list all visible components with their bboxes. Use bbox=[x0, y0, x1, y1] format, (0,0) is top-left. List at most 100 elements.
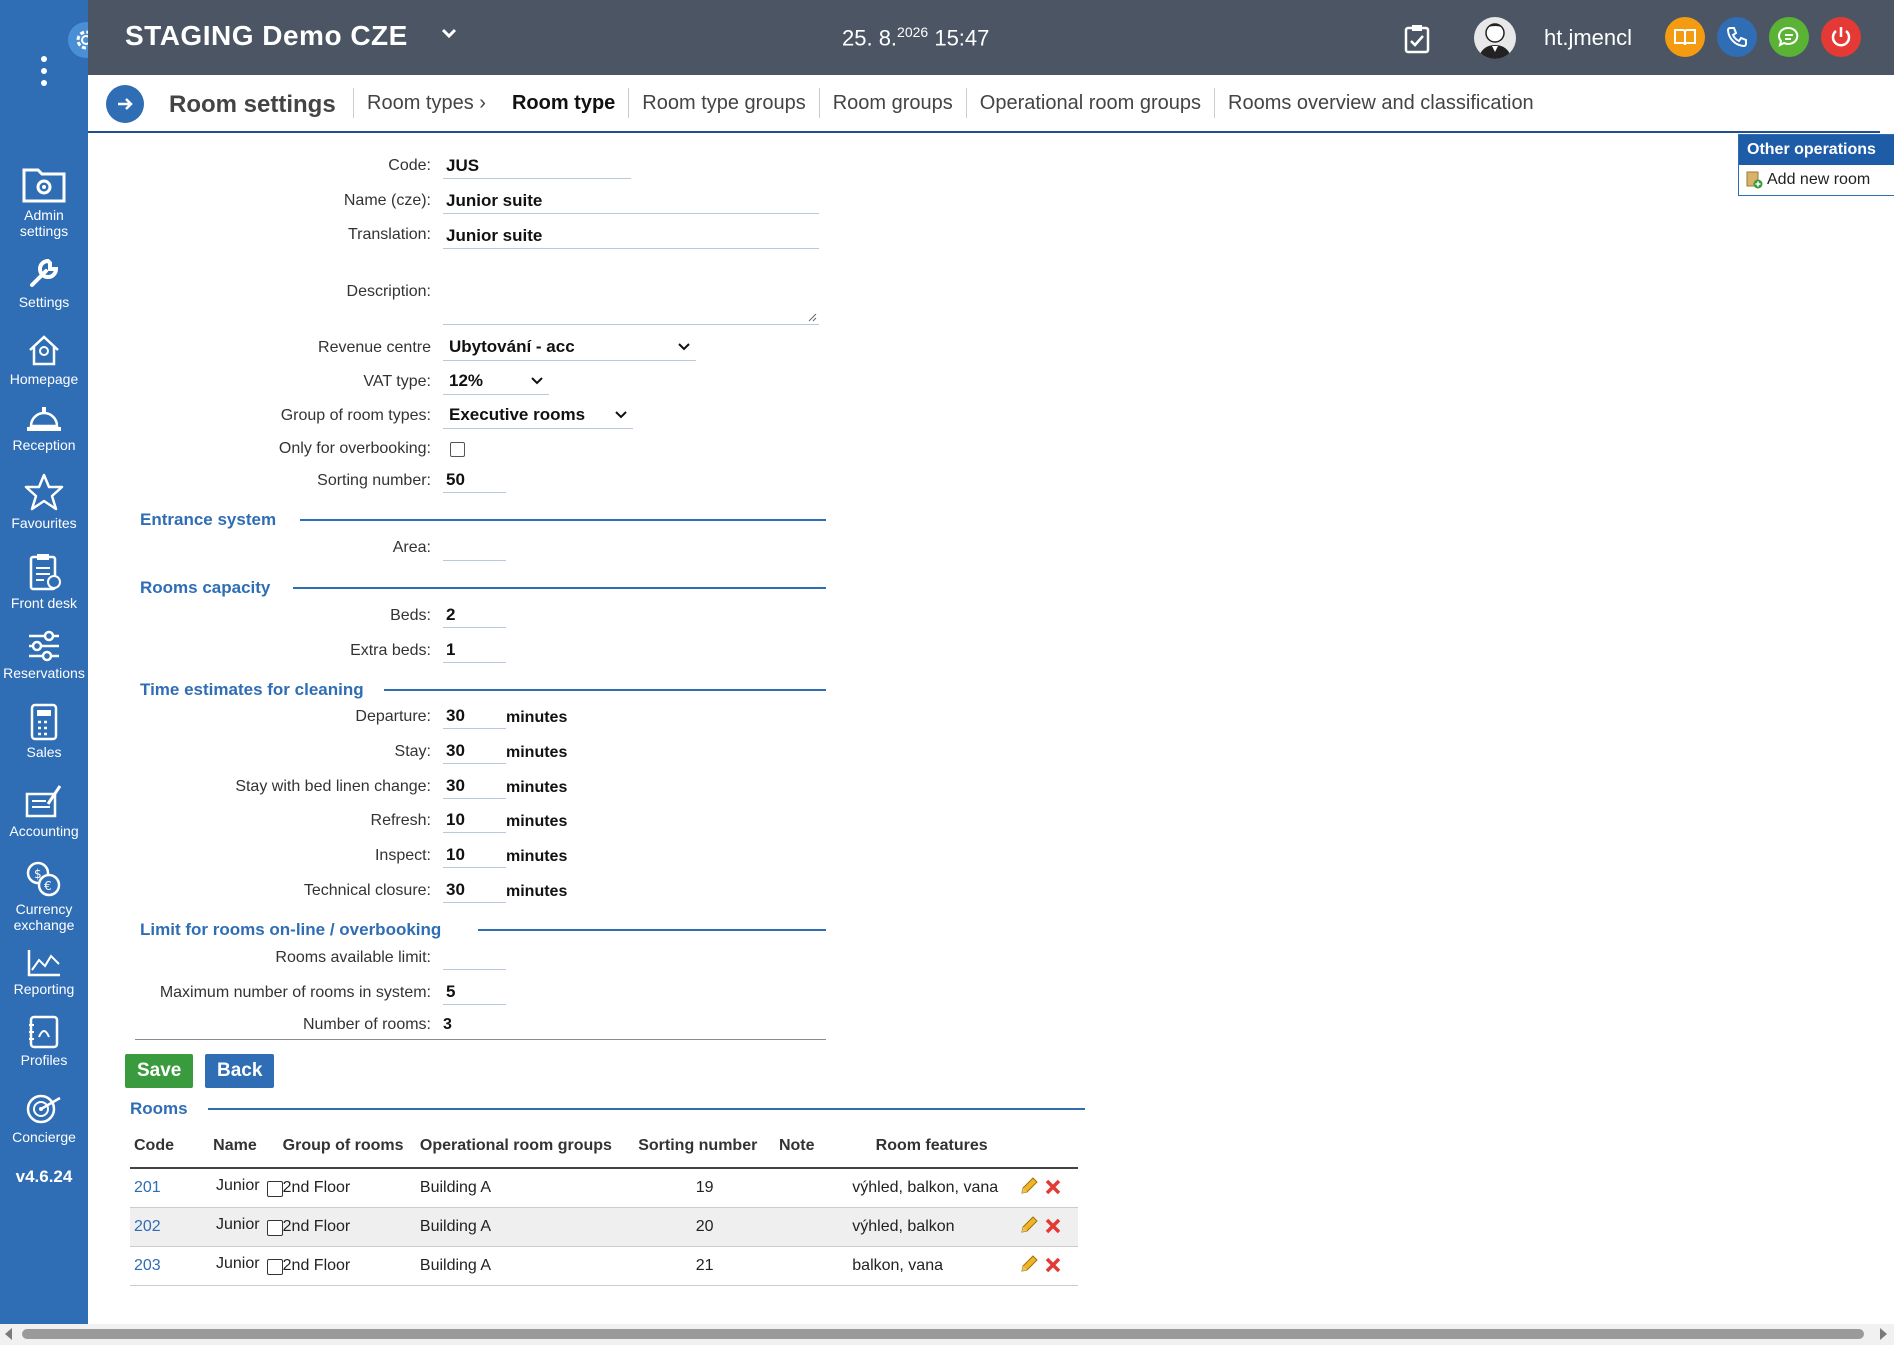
revenue-centre-select[interactable]: Ubytování - acc bbox=[443, 335, 696, 361]
sort-cell: 20 bbox=[634, 1207, 775, 1247]
op-group-cell: Building A bbox=[415, 1168, 635, 1208]
phone-icon[interactable] bbox=[1717, 17, 1757, 57]
room-code-link[interactable]: 201 bbox=[134, 1179, 161, 1196]
description-textarea[interactable] bbox=[443, 276, 819, 325]
name-field[interactable]: Junior suite bbox=[443, 190, 819, 214]
extra-beds-field[interactable]: 1 bbox=[443, 639, 506, 663]
scroll-left-icon[interactable] bbox=[5, 1328, 12, 1340]
max-rooms-field[interactable]: 5 bbox=[443, 981, 506, 1005]
sorting-number-field[interactable]: 50 bbox=[443, 469, 506, 493]
power-icon[interactable] bbox=[1821, 17, 1861, 57]
date: 25. 8. bbox=[842, 25, 898, 51]
scrollbar-thumb[interactable] bbox=[22, 1329, 1864, 1339]
edit-pencil-icon[interactable] bbox=[1019, 1176, 1039, 1200]
row-actions bbox=[1015, 1246, 1078, 1286]
tab-operational-room-groups[interactable]: Operational room groups bbox=[965, 88, 1214, 118]
departure-field[interactable]: 30 bbox=[443, 705, 506, 729]
svg-text:$: $ bbox=[34, 867, 42, 881]
row-checkbox[interactable] bbox=[267, 1259, 284, 1275]
column-header[interactable]: Group of rooms bbox=[278, 1125, 416, 1169]
chevron-down-icon bbox=[678, 343, 690, 351]
minutes-unit: minutes bbox=[506, 779, 568, 796]
room-code-link[interactable]: 202 bbox=[134, 1218, 161, 1235]
sidebar-item-concierge[interactable]: Concierge bbox=[0, 1092, 88, 1145]
only-for-overbooking-checkbox[interactable] bbox=[450, 442, 465, 457]
refresh-field[interactable]: 10 bbox=[443, 809, 506, 833]
features-cell: výhled, balkon, vana bbox=[848, 1168, 1016, 1208]
row-checkbox[interactable] bbox=[267, 1220, 284, 1236]
code-field[interactable]: JUS bbox=[443, 155, 631, 179]
back-button[interactable]: Back bbox=[205, 1054, 275, 1088]
inspect-field[interactable]: 10 bbox=[443, 844, 506, 868]
column-header[interactable]: Code bbox=[130, 1125, 210, 1169]
save-button[interactable]: Save bbox=[125, 1054, 194, 1088]
add-new-room-label: Add new room bbox=[1767, 171, 1871, 188]
column-header[interactable]: Name bbox=[209, 1125, 279, 1169]
delete-x-icon[interactable] bbox=[1044, 1179, 1062, 1200]
beds-field[interactable]: 2 bbox=[443, 604, 506, 628]
edit-pencil-icon[interactable] bbox=[1019, 1254, 1039, 1278]
arrow-right-icon[interactable] bbox=[106, 85, 144, 123]
column-header[interactable]: Room features bbox=[848, 1125, 1016, 1169]
sort-cell: 21 bbox=[634, 1246, 775, 1286]
vat-type-select[interactable]: 12% bbox=[443, 369, 549, 395]
edit-pencil-icon[interactable] bbox=[1019, 1215, 1039, 1239]
note-cell bbox=[774, 1168, 849, 1208]
linen-change-field[interactable]: 30 bbox=[443, 775, 506, 799]
sidebar-item-label: Reservations bbox=[3, 665, 85, 681]
group-of-room-types-select[interactable]: Executive rooms bbox=[443, 403, 633, 429]
resize-handle-icon bbox=[808, 313, 817, 322]
tab-rooms-overview[interactable]: Rooms overview and classification bbox=[1214, 88, 1547, 118]
sort-cell: 19 bbox=[634, 1168, 775, 1208]
description-label: Description: bbox=[346, 283, 431, 300]
translation-label: Translation: bbox=[348, 226, 431, 243]
add-new-room-link[interactable]: Add new room bbox=[1739, 165, 1894, 195]
tab-room-type[interactable]: Room type bbox=[499, 88, 628, 118]
room-code-link[interactable]: 203 bbox=[134, 1257, 161, 1274]
chat-icon[interactable] bbox=[1769, 17, 1809, 57]
table-row: 201 2nd Floor Building A 19 výhled, balk… bbox=[130, 1168, 1078, 1208]
other-operations-title: Other operations bbox=[1739, 135, 1894, 165]
version-label: v4.6.24 bbox=[15, 1167, 73, 1186]
scroll-right-icon[interactable] bbox=[1880, 1328, 1887, 1340]
chevron-down-icon bbox=[531, 377, 543, 385]
op-group-cell: Building A bbox=[415, 1246, 635, 1286]
area-field[interactable] bbox=[443, 537, 506, 561]
avatar[interactable] bbox=[1474, 17, 1516, 59]
vat-type-label: VAT type: bbox=[363, 373, 431, 390]
cleaning-section: Time estimates for cleaning bbox=[140, 680, 364, 699]
table-row: 203 2nd Floor Building A 21 balkon, vana bbox=[130, 1246, 1078, 1286]
delete-x-icon[interactable] bbox=[1044, 1218, 1062, 1239]
technical-closure-field[interactable]: 30 bbox=[443, 879, 506, 903]
minutes-unit: minutes bbox=[506, 848, 568, 865]
tab-room-types[interactable]: Room types › bbox=[353, 88, 499, 118]
sub-header: Room settings Room types › Room type Roo… bbox=[88, 75, 1880, 133]
delete-x-icon[interactable] bbox=[1044, 1257, 1062, 1278]
column-header[interactable]: Operational room groups bbox=[415, 1125, 635, 1169]
tab-room-groups[interactable]: Room groups bbox=[818, 88, 966, 118]
task-clipboard-icon[interactable] bbox=[1404, 24, 1430, 59]
chevron-down-icon[interactable] bbox=[440, 26, 458, 45]
target-icon bbox=[26, 1094, 61, 1124]
minutes-unit: minutes bbox=[506, 709, 568, 726]
book-icon[interactable] bbox=[1665, 17, 1705, 57]
max-rooms-label: Maximum number of rooms in system: bbox=[159, 984, 431, 1001]
column-header[interactable]: Note bbox=[774, 1125, 849, 1169]
limit-section: Limit for rooms on-line / overbooking bbox=[140, 920, 442, 939]
translation-field[interactable]: Junior suite bbox=[443, 225, 819, 249]
row-checkbox[interactable] bbox=[267, 1181, 284, 1197]
actions-header bbox=[1015, 1125, 1078, 1169]
horizontal-scrollbar[interactable] bbox=[0, 1324, 1894, 1345]
stay-field[interactable]: 30 bbox=[443, 740, 506, 764]
minutes-unit: minutes bbox=[506, 883, 568, 900]
table-header-row: Code Name Group of rooms Operational roo… bbox=[130, 1125, 1078, 1169]
sidebar-item-label: Favourites bbox=[11, 515, 77, 531]
tab-room-type-groups[interactable]: Room type groups bbox=[628, 88, 818, 118]
sidebar-item-front-desk[interactable]: Front desk bbox=[0, 552, 88, 611]
more-menu-icon[interactable] bbox=[34, 56, 54, 86]
sidebar-item-label: Concierge bbox=[12, 1129, 76, 1145]
rooms-available-limit-field[interactable] bbox=[443, 946, 506, 970]
username[interactable]: ht.jmencl bbox=[1544, 25, 1632, 51]
column-header[interactable]: Sorting number bbox=[634, 1125, 775, 1169]
sidebar-item-label: Profiles bbox=[20, 1052, 68, 1068]
